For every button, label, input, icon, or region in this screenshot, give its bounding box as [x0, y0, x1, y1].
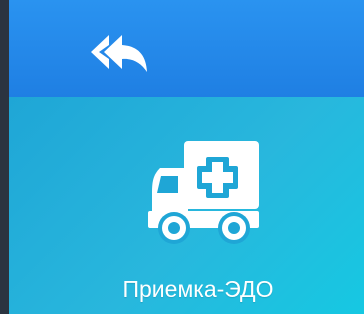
priemka-edo-tile[interactable]: Приемка-ЭДО	[73, 135, 323, 305]
top-header-bar	[9, 0, 364, 97]
main-content-panel: Приемка-ЭДО	[9, 97, 364, 314]
left-border-strip	[0, 0, 9, 314]
app-screen: Приемка-ЭДО	[0, 0, 364, 314]
ambulance-icon	[148, 141, 259, 244]
tile-label: Приемка-ЭДО	[122, 276, 274, 302]
ambulance-icon-wrapper	[136, 135, 262, 250]
back-button[interactable]	[89, 28, 155, 78]
double-back-arrow-icon	[91, 35, 147, 72]
